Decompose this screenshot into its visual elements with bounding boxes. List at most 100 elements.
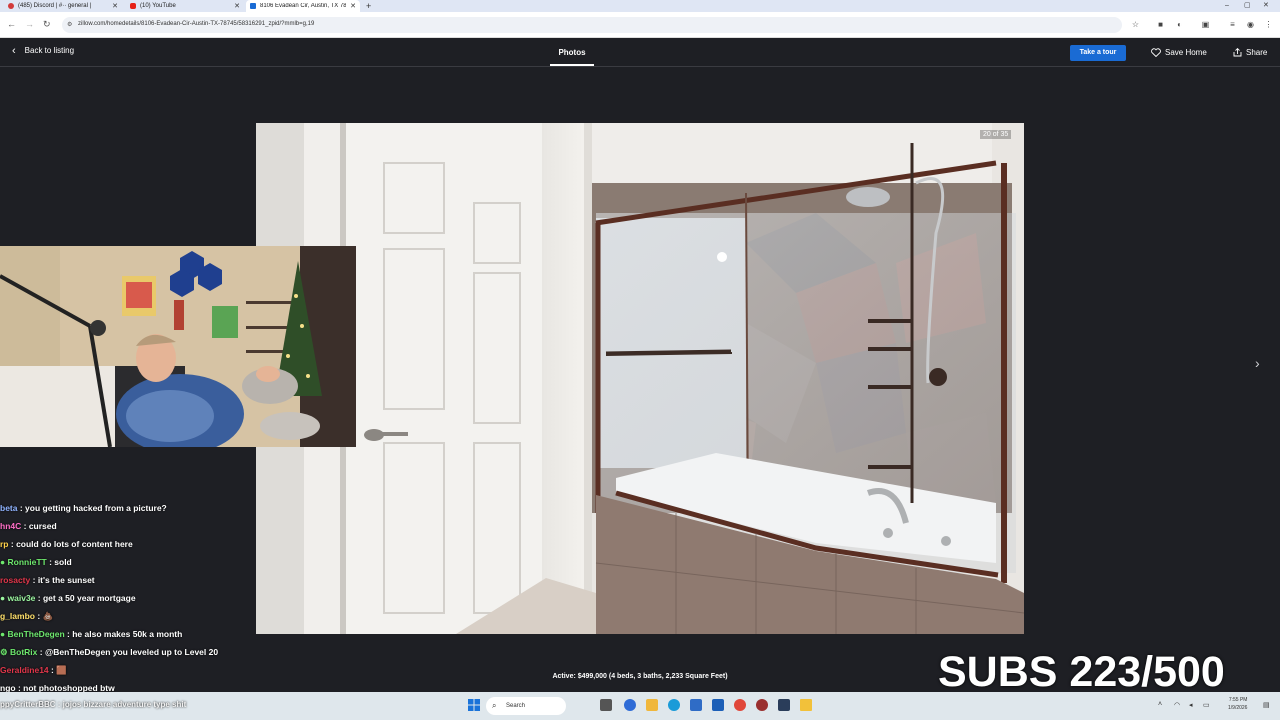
notifications-icon[interactable]: ▤	[1263, 701, 1270, 709]
extension-icon[interactable]: ■	[1156, 20, 1165, 29]
bathroom-photo-image	[256, 123, 1024, 634]
share-icon	[1233, 48, 1242, 57]
photo-counter: 20 of 35	[980, 130, 1012, 139]
chat-message: ● waiv3e : get a 50 year mortgage	[0, 593, 136, 603]
store-icon[interactable]	[690, 699, 702, 711]
chevron-left-icon: ‹	[12, 44, 16, 57]
save-home-label: Save Home	[1165, 48, 1207, 57]
search-icon: ⌕	[492, 701, 497, 710]
chat-username: waiv3e	[7, 593, 36, 603]
extension-icon[interactable]: ≡	[1228, 20, 1237, 29]
chat-badge-icon: ●	[0, 557, 6, 567]
chat-badge-icon: ●	[0, 629, 6, 639]
sub-goal-counter: SUBS 223/500	[938, 648, 1225, 696]
chat-username: g_lambo	[0, 611, 35, 621]
browser-tab-strip: (485) Discord | #·· general | ✕ (10) You…	[0, 0, 1280, 12]
bot-badge-icon: ⚙	[0, 647, 8, 657]
close-tab-icon[interactable]: ✕	[234, 2, 240, 10]
volume-icon[interactable]: ◂	[1189, 701, 1193, 709]
chat-username: BenTheDegen	[7, 629, 65, 639]
profile-icon[interactable]: ◉	[1246, 20, 1255, 29]
next-photo-arrow-icon[interactable]: ›	[1255, 355, 1260, 371]
url-field[interactable]: ⚙ zillow.com/homedetails/8106-Evadean-Ci…	[62, 17, 1122, 33]
app-icon[interactable]	[756, 699, 768, 711]
close-tab-icon[interactable]: ✕	[112, 2, 118, 10]
chrome-icon[interactable]	[734, 699, 746, 711]
chat-text: @BenTheDegen you leveled up to Level 20	[44, 647, 219, 657]
webcam-feed-image	[0, 246, 356, 447]
discord-favicon-icon	[8, 3, 14, 9]
chat-message: Geraldine14 : 🟫	[0, 665, 67, 675]
url-text: zillow.com/homedetails/8106-Evadean-Cir-…	[78, 21, 315, 27]
chat-text: get a 50 year mortgage	[42, 593, 136, 603]
share-button[interactable]: Share	[1233, 48, 1267, 57]
taskbar-search-label: Search	[506, 703, 526, 709]
chat-text: 💩	[42, 611, 54, 621]
listing-caption: Active: $499,000 (4 beds, 3 baths, 2,233…	[552, 673, 728, 680]
taskbar-clock[interactable]: 7:55 PM 1/9/2026	[1228, 696, 1247, 712]
site-info-icon[interactable]: ⚙	[67, 21, 72, 28]
browser-tab-discord[interactable]: (485) Discord | #·· general | ✕	[4, 0, 122, 12]
maximize-icon[interactable]: ▢	[1244, 0, 1251, 12]
chat-username: rosacty	[0, 575, 31, 585]
browser-tab-zillow[interactable]: 8106 Evadean Cir, Austin, TX 78... ✕	[246, 0, 360, 12]
youtube-favicon-icon	[130, 3, 136, 9]
photo-viewer-header: ‹ Back to listing Photos Take a tour Sav…	[0, 38, 1280, 67]
minimize-icon[interactable]: –	[1225, 0, 1229, 12]
tab-label: (10) YouTube	[140, 3, 176, 9]
tab-label: 8106 Evadean Cir, Austin, TX 78...	[260, 3, 346, 9]
tab-label: (485) Discord | #·· general |	[18, 3, 92, 9]
chat-message: ● BenTheDegen : he also makes 50k a mont…	[0, 629, 183, 639]
chat-text: he also makes 50k a month	[72, 629, 183, 639]
chat-username: RonnieTT	[7, 557, 47, 567]
chat-username: hn4C	[0, 521, 22, 531]
bookmark-star-icon[interactable]: ☆	[1131, 20, 1140, 29]
chat-message: hn4C : cursed	[0, 521, 57, 531]
chat-message: rp : could do lots of content here	[0, 539, 133, 549]
steam-icon[interactable]	[778, 699, 790, 711]
chat-username: beta	[0, 503, 18, 513]
chat-text: sold	[54, 557, 72, 567]
windows-start-icon[interactable]	[468, 699, 480, 711]
close-window-icon[interactable]: ✕	[1263, 0, 1269, 12]
address-bar-row: ← → ↻ ⚙ zillow.com/homedetails/8106-Evad…	[0, 12, 1280, 38]
file-explorer-icon[interactable]	[646, 699, 658, 711]
forward-arrow-icon[interactable]: →	[25, 19, 34, 29]
extension-icon[interactable]: ◐	[1175, 20, 1184, 29]
back-to-listing-label: Back to listing	[24, 46, 75, 55]
chat-message: beta : you getting hacked from a picture…	[0, 503, 167, 513]
chat-username: BotRix	[10, 647, 38, 657]
new-tab-icon[interactable]: +	[366, 0, 371, 12]
extension-icon[interactable]: ▣	[1201, 20, 1210, 29]
battery-icon[interactable]: ▭	[1203, 701, 1210, 709]
tray-chevron-icon[interactable]: ˄	[1158, 701, 1162, 708]
heart-icon	[1151, 48, 1161, 57]
chat-text: cursed	[28, 521, 57, 531]
clock-date: 1/9/2026	[1228, 705, 1248, 711]
reload-icon[interactable]: ↻	[43, 19, 51, 30]
chat-text: 🟫	[56, 665, 67, 675]
chat-overlay: beta : you getting hacked from a picture…	[0, 501, 260, 699]
back-arrow-icon[interactable]: ←	[7, 19, 16, 29]
take-a-tour-button[interactable]: Take a tour	[1070, 45, 1126, 61]
zillow-favicon-icon	[250, 3, 256, 9]
listing-photo-bathroom[interactable]	[256, 123, 1024, 634]
chat-overlay-bottom-line: ppyCritterBBC : jojos bizzare adventure …	[0, 700, 187, 709]
warning-app-icon[interactable]	[800, 699, 812, 711]
chat-message: g_lambo : 💩	[0, 611, 54, 621]
tab-photos[interactable]: Photos	[548, 48, 596, 57]
close-tab-icon[interactable]: ✕	[350, 2, 356, 10]
browser-tab-youtube[interactable]: (10) YouTube ✕	[126, 0, 244, 12]
mail-icon[interactable]	[712, 699, 724, 711]
more-menu-icon[interactable]: ⋮	[1264, 20, 1273, 29]
wifi-icon[interactable]: ◠	[1174, 701, 1180, 709]
save-home-button[interactable]: Save Home	[1151, 48, 1207, 57]
task-view-icon[interactable]	[600, 699, 612, 711]
copilot-icon[interactable]	[624, 699, 636, 711]
chat-text: could do lots of content here	[16, 539, 133, 549]
edge-icon[interactable]	[668, 699, 680, 711]
chat-message: ⚙ BotRix : @BenTheDegen you leveled up t…	[0, 647, 219, 657]
chat-text: you getting hacked from a picture?	[25, 503, 167, 513]
taskbar-search-box[interactable]: ⌕ Search	[486, 697, 566, 715]
back-to-listing-link[interactable]: ‹ Back to listing	[12, 44, 75, 57]
